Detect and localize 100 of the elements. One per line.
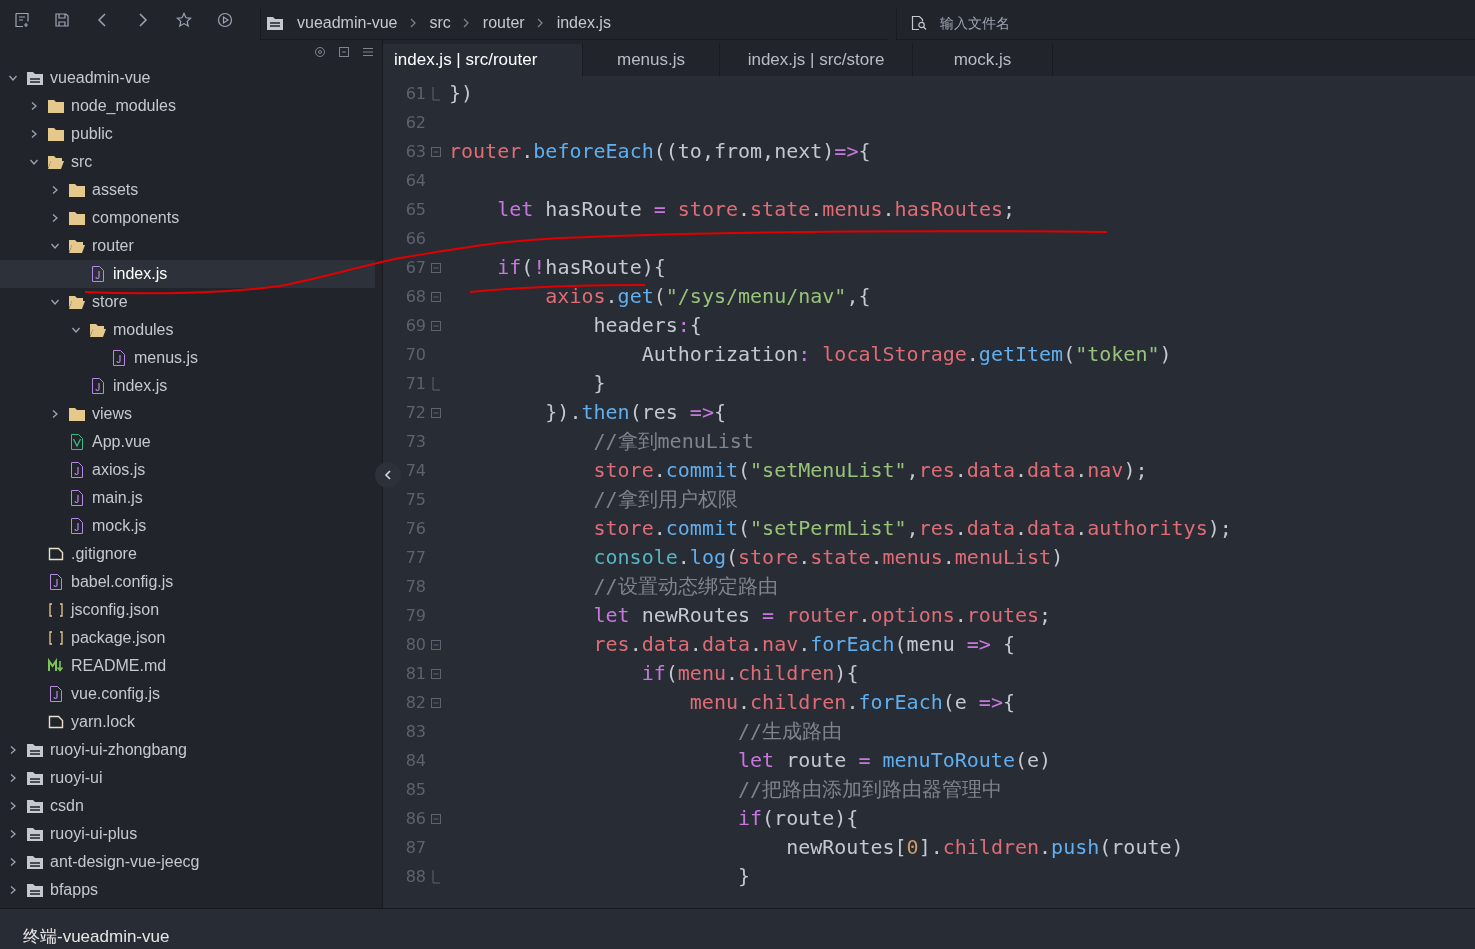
code-text: . [882,197,895,221]
tree-item[interactable]: ant-design-vue-jeecg [50,852,200,872]
tree-item[interactable]: yarn.lock [71,712,136,732]
tree-item[interactable]: mock.js [92,516,147,536]
line-number: 65 [404,199,426,221]
code-text: hasRoute){ [545,255,666,279]
folder-icon [267,16,283,30]
tree-item[interactable]: views [92,404,132,424]
code-text: headers [593,313,678,337]
line-number: 82 [404,692,426,714]
tree-item[interactable]: README.md [71,656,167,676]
breadcrumb-item[interactable]: router [482,11,525,35]
tree-item[interactable]: csdn [50,796,84,816]
menu-icon[interactable] [362,46,374,58]
project-icon [27,798,43,814]
code-text: . [605,284,618,308]
breadcrumb-item[interactable]: vueadmin-vue [297,11,398,35]
tree-item[interactable]: ruoyi-ui [50,768,103,788]
tree-item[interactable]: package.json [71,628,166,648]
tree-item[interactable]: .gitignore [71,544,137,564]
vue-file-icon [69,434,85,450]
markdown-icon [48,658,64,674]
breadcrumb-item[interactable]: index.js [556,11,611,35]
tree-item[interactable]: store [92,292,128,312]
search-input[interactable]: 输入文件名 [940,12,1240,34]
identifier: state [810,545,871,569]
tree-item[interactable]: vue.config.js [71,684,160,704]
js-file-icon [48,686,64,702]
tree-item[interactable]: jsconfig.json [71,600,160,620]
code-text: }). [545,400,582,424]
back-icon[interactable] [96,12,108,28]
identifier: axios [545,284,606,308]
js-file-icon [90,378,106,394]
tree-item[interactable]: router [92,236,134,256]
tree-item[interactable]: public [71,124,113,144]
panel-title[interactable]: 终端-vueadmin-vue [23,926,170,948]
tree-item[interactable]: index.js [113,264,168,284]
tree-item[interactable]: menus.js [134,348,199,368]
js-file-icon [69,462,85,478]
save-icon[interactable] [54,12,70,28]
code-text: ( [521,255,534,279]
code-text: { [1002,632,1015,656]
forward-icon[interactable] [137,12,149,28]
tree-item[interactable]: vueadmin-vue [50,68,151,88]
code-text: newRoutes [641,603,752,627]
tree-item[interactable]: modules [113,320,174,340]
open-folder-icon [48,154,64,170]
locate-icon[interactable] [314,46,326,58]
line-number: 74 [404,460,426,482]
project-icon [27,826,43,842]
folder-icon [69,210,85,226]
line-number: 81 [404,663,426,685]
code-text: . [677,545,690,569]
star-icon[interactable] [176,12,192,28]
line-number: 68 [404,286,426,308]
tree-item[interactable]: node_modules [71,96,176,116]
tree-item[interactable]: src [71,152,93,172]
code-text: ) [1159,342,1172,366]
js-file-icon [69,490,85,506]
code-text: . [954,603,967,627]
line-number: 84 [404,750,426,772]
collapse-all-icon[interactable] [338,46,350,58]
line-number: 78 [404,576,426,598]
code-text: ( [725,545,738,569]
run-icon[interactable] [217,12,233,28]
tree-item[interactable]: components [92,208,180,228]
code-text: ((to,from,next) [653,139,835,163]
identifier: children [942,835,1040,859]
breadcrumb-item[interactable]: src [429,11,451,35]
code-comment: //拿到用户权限 [593,487,738,511]
code-comment: //生成路由 [738,719,843,743]
code-text: ) [1051,545,1064,569]
line-number: 76 [404,518,426,540]
string-literal: "setMenuList" [750,458,907,482]
tree-item[interactable]: ruoyi-ui-zhongbang [50,740,187,760]
tree-item[interactable]: ruoyi-ui-plus [50,824,138,844]
identifier: store [593,516,654,540]
project-icon [27,70,43,86]
code-comment: //拿到menuList [593,429,754,453]
code-text: ( [653,284,666,308]
code-text: . [629,632,642,656]
tree-item[interactable]: index.js [113,376,168,396]
file-icon [48,714,64,730]
identifier: routes [966,603,1040,627]
line-number: 61 [404,83,426,105]
tree-item[interactable]: assets [92,180,139,200]
editor-tab[interactable]: index.js | src/router [383,44,583,76]
tree-item[interactable]: bfapps [50,880,99,900]
tree-item[interactable]: main.js [92,488,143,508]
identifier: authoritys [1087,516,1208,540]
line-number: 70 [404,344,426,366]
tree-item[interactable]: axios.js [92,460,146,480]
new-file-icon[interactable] [14,12,30,28]
operator: ! [533,255,546,279]
code-text: ,{ [846,284,871,308]
code-text: . [798,545,811,569]
code-text: ( [1063,342,1076,366]
tree-item[interactable]: babel.config.js [71,572,174,592]
tree-item[interactable]: App.vue [92,432,151,452]
operator: => [978,690,1003,714]
